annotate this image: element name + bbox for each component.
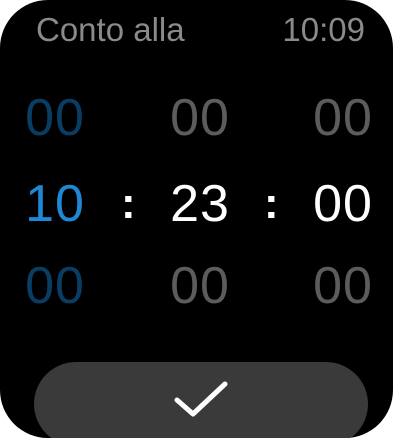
minutes-next-value[interactable]: 00 — [145, 256, 255, 316]
seconds-picker[interactable]: 00 00 00 — [288, 88, 393, 320]
minutes-prev-value[interactable]: 00 — [145, 88, 255, 148]
hours-picker[interactable]: 00 10 00 — [0, 88, 110, 320]
seconds-prev-value[interactable]: 00 — [288, 88, 393, 148]
minutes-current-value[interactable]: 23 — [145, 174, 255, 234]
hours-prev-value[interactable]: 00 — [0, 88, 110, 148]
page-title: Conto alla — [36, 11, 185, 48]
hours-next-value[interactable]: 00 — [0, 256, 110, 316]
minutes-picker[interactable]: 00 23 00 — [145, 88, 255, 320]
checkmark-icon — [174, 381, 228, 417]
time-separator: : — [121, 179, 136, 228]
seconds-next-value[interactable]: 00 — [288, 256, 393, 316]
watch-screen: Conto alla 10:09 00 10 00 : 00 23 00 : 0… — [0, 0, 393, 438]
seconds-current-value[interactable]: 00 — [288, 174, 393, 234]
hours-current-value[interactable]: 10 — [0, 174, 110, 234]
confirm-button[interactable] — [34, 362, 368, 438]
time-separator: : — [264, 179, 279, 228]
clock-time: 10:09 — [282, 11, 365, 48]
